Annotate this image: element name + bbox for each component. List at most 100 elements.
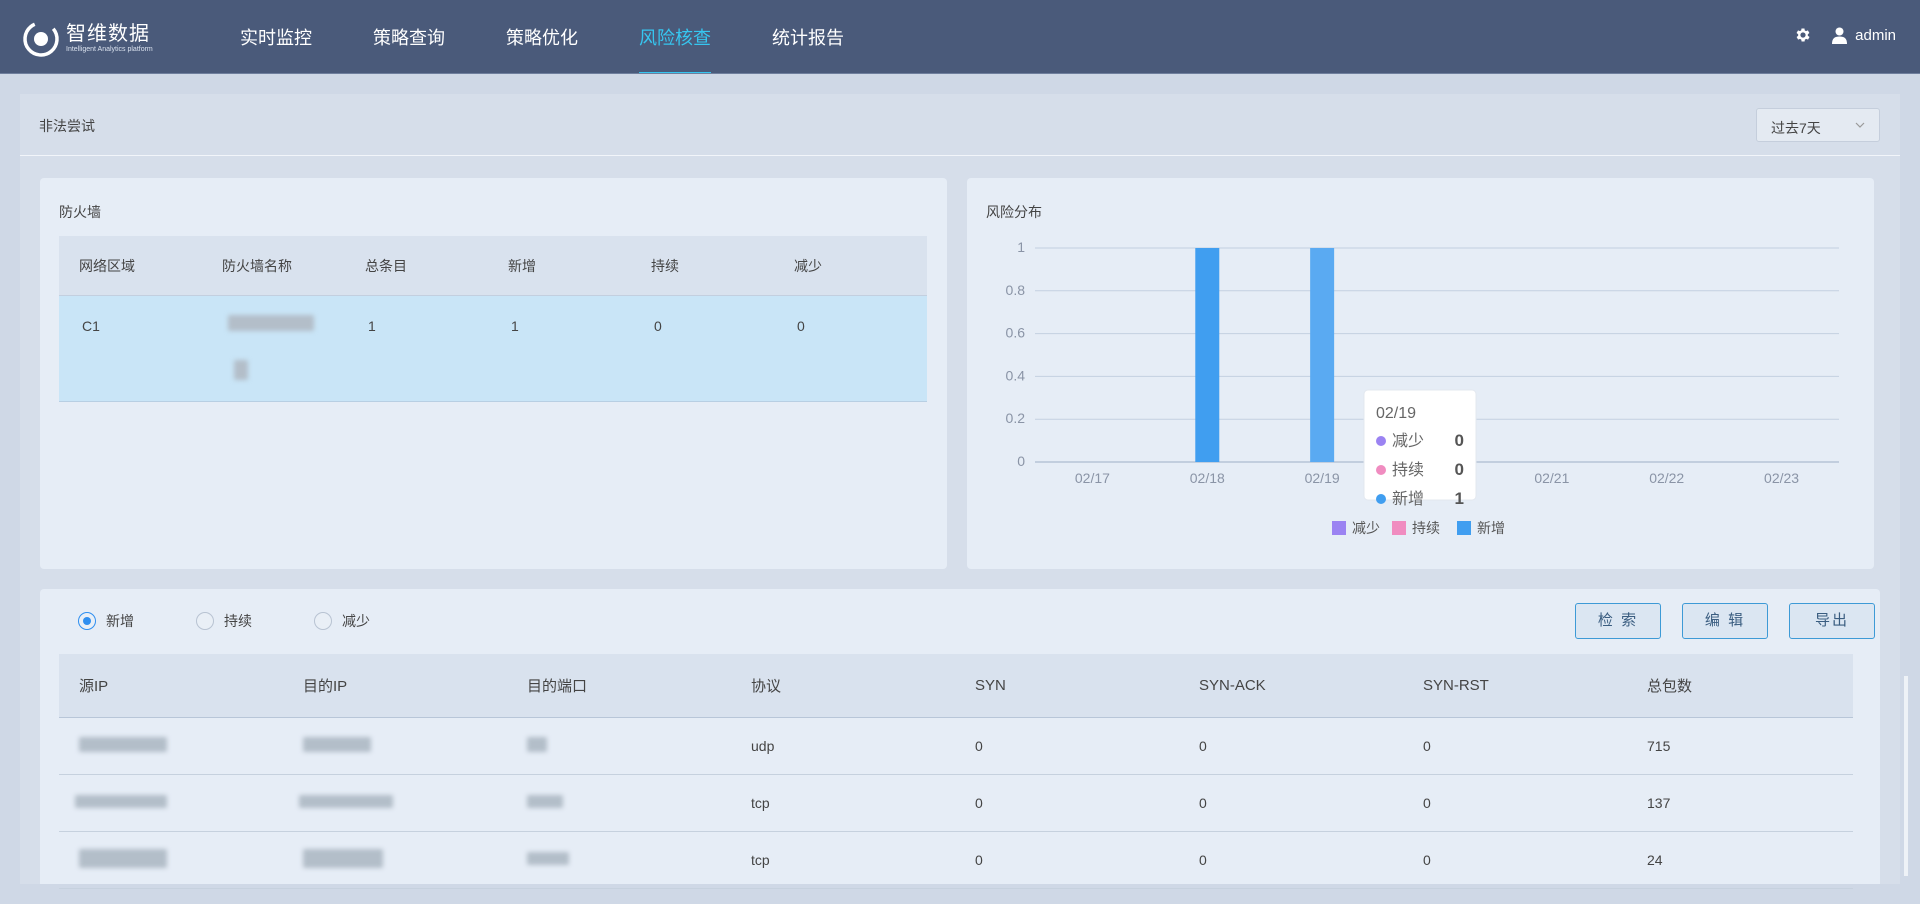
cell-source-ip — [59, 795, 283, 811]
y-tick-label: 0 — [1017, 453, 1025, 469]
col-syn-rst: SYN-RST — [1423, 677, 1489, 694]
cell-protocol: udp — [751, 738, 775, 754]
logo-subtitle: Intelligent Analytics platform — [66, 46, 153, 53]
nav-risk-check[interactable]: 风险核查 — [639, 0, 711, 74]
bar — [1195, 248, 1220, 462]
top-navigation-bar: 智维数据 Intelligent Analytics platform 实时监控… — [0, 0, 1920, 74]
firewall-table-header: 网络区域 防火墙名称 总条目 新增 持续 减少 — [59, 236, 927, 296]
cell-syn-ack: 0 — [1199, 852, 1207, 868]
username[interactable]: admin — [1855, 27, 1896, 44]
col-network-zone: 网络区域 — [79, 257, 135, 274]
risk-distribution-card: 风险分布 00.20.40.60.8102/1702/1802/1902/200… — [967, 178, 1874, 569]
cell-protocol: tcp — [751, 852, 770, 868]
user-icon — [1832, 27, 1848, 44]
connections-table: 源IP 目的IP 目的端口 协议 SYN SYN-ACK SYN-RST 总包数… — [59, 654, 1853, 889]
x-tick-label: 02/22 — [1649, 470, 1684, 486]
logo-icon — [23, 21, 59, 57]
filter-radio-decrease[interactable]: 减少 — [314, 611, 370, 631]
x-tick-label: 02/17 — [1075, 470, 1110, 486]
cell-destination-ip — [283, 737, 507, 755]
col-total-packets: 总包数 — [1647, 678, 1693, 695]
tooltip-label: 新增 — [1392, 490, 1424, 508]
risk-distribution-chart[interactable]: 00.20.40.60.8102/1702/1802/1902/2002/210… — [967, 178, 1874, 569]
tooltip-date: 02/19 — [1376, 405, 1416, 422]
col-total: 总条目 — [365, 257, 407, 274]
filter-radio-new[interactable]: 新增 — [78, 611, 134, 631]
redacted-text — [79, 849, 167, 868]
cell-decrease: 0 — [797, 318, 805, 334]
redacted-text — [228, 315, 314, 331]
legend-label: 新增 — [1477, 520, 1505, 536]
y-tick-label: 0.4 — [1006, 367, 1026, 383]
cell-syn-rst: 0 — [1423, 852, 1431, 868]
filter-radio-ongoing[interactable]: 持续 — [196, 611, 252, 631]
cell-syn-rst: 0 — [1423, 738, 1431, 754]
connections-table-header: 源IP 目的IP 目的端口 协议 SYN SYN-ACK SYN-RST 总包数 — [59, 654, 1853, 718]
logo-title: 智维数据 — [66, 23, 150, 45]
table-row[interactable]: udp 0 0 0 715 — [59, 718, 1853, 775]
cell-source-ip — [59, 849, 283, 871]
redacted-text — [527, 737, 547, 752]
redacted-text — [527, 852, 569, 865]
col-protocol: 协议 — [751, 678, 782, 695]
connections-card: 新增 持续 减少 检 索 编 辑 导出 源IP 目的IP 目的端口 协议 SYN… — [40, 589, 1880, 889]
tooltip-value: 0 — [1455, 431, 1464, 450]
col-source-ip: 源IP — [79, 678, 109, 695]
table-row[interactable]: tcp 0 0 0 24 — [59, 832, 1853, 889]
redacted-text — [303, 737, 371, 752]
tooltip-label: 减少 — [1392, 432, 1424, 450]
y-tick-label: 0.2 — [1006, 410, 1026, 426]
radio-circle — [78, 612, 96, 630]
bar — [1310, 248, 1335, 462]
cell-total-packets: 24 — [1647, 852, 1663, 868]
cell-new: 1 — [511, 318, 519, 334]
gear-icon[interactable] — [1794, 26, 1812, 44]
tooltip-marker — [1376, 465, 1386, 475]
main-panel: 非法尝试 过去7天 防火墙 网络区域 防火墙名称 总条目 新增 持续 减少 C1 — [20, 94, 1900, 889]
legend-swatch — [1392, 521, 1406, 535]
cell-destination-port — [507, 795, 731, 811]
panel-header: 非法尝试 过去7天 — [20, 94, 1900, 156]
firewall-card: 防火墙 网络区域 防火墙名称 总条目 新增 持续 减少 C1 1 1 0 0 — [40, 178, 947, 569]
page-title: 非法尝试 — [39, 118, 95, 134]
nav-statistics-report[interactable]: 统计报告 — [772, 0, 844, 74]
col-destination-port: 目的端口 — [527, 678, 588, 695]
col-syn: SYN — [975, 677, 1006, 694]
y-tick-label: 0.6 — [1006, 325, 1026, 341]
col-decrease: 减少 — [794, 257, 822, 274]
cell-total: 1 — [368, 318, 376, 334]
redacted-text — [234, 360, 248, 380]
cell-protocol: tcp — [751, 795, 770, 811]
y-tick-label: 1 — [1017, 239, 1025, 255]
col-firewall-name: 防火墙名称 — [222, 257, 292, 274]
nav-realtime-monitor[interactable]: 实时监控 — [240, 0, 312, 74]
cell-source-ip — [59, 737, 283, 755]
search-button[interactable]: 检 索 — [1575, 603, 1661, 639]
status-filter: 新增 持续 减少 — [78, 611, 432, 631]
legend-swatch — [1332, 521, 1346, 535]
redacted-text — [79, 737, 167, 752]
table-row[interactable]: C1 1 1 0 0 — [59, 296, 927, 402]
edit-button[interactable]: 编 辑 — [1682, 603, 1768, 639]
col-ongoing: 持续 — [651, 257, 679, 274]
page-scrollbar[interactable] — [1904, 676, 1908, 876]
cell-ongoing: 0 — [654, 318, 662, 334]
table-row[interactable]: tcp 0 0 0 137 — [59, 775, 1853, 832]
cell-zone: C1 — [82, 318, 100, 334]
filter-label: 持续 — [224, 613, 252, 629]
nav-policy-query[interactable]: 策略查询 — [373, 0, 445, 74]
tooltip-marker — [1376, 436, 1386, 446]
legend-label: 持续 — [1412, 520, 1440, 536]
nav-policy-optimize[interactable]: 策略优化 — [506, 0, 578, 74]
col-new: 新增 — [508, 257, 536, 274]
cell-destination-port — [507, 737, 731, 755]
tooltip-value: 1 — [1455, 489, 1464, 508]
app-logo[interactable]: 智维数据 Intelligent Analytics platform — [22, 20, 153, 58]
time-range-select[interactable]: 过去7天 — [1756, 108, 1880, 142]
filter-label: 减少 — [342, 613, 370, 629]
cell-syn: 0 — [975, 795, 983, 811]
export-button[interactable]: 导出 — [1789, 603, 1875, 639]
x-tick-label: 02/23 — [1764, 470, 1799, 486]
firewall-table: 网络区域 防火墙名称 总条目 新增 持续 减少 C1 1 1 0 0 — [59, 236, 927, 402]
tooltip-value: 0 — [1455, 460, 1464, 479]
